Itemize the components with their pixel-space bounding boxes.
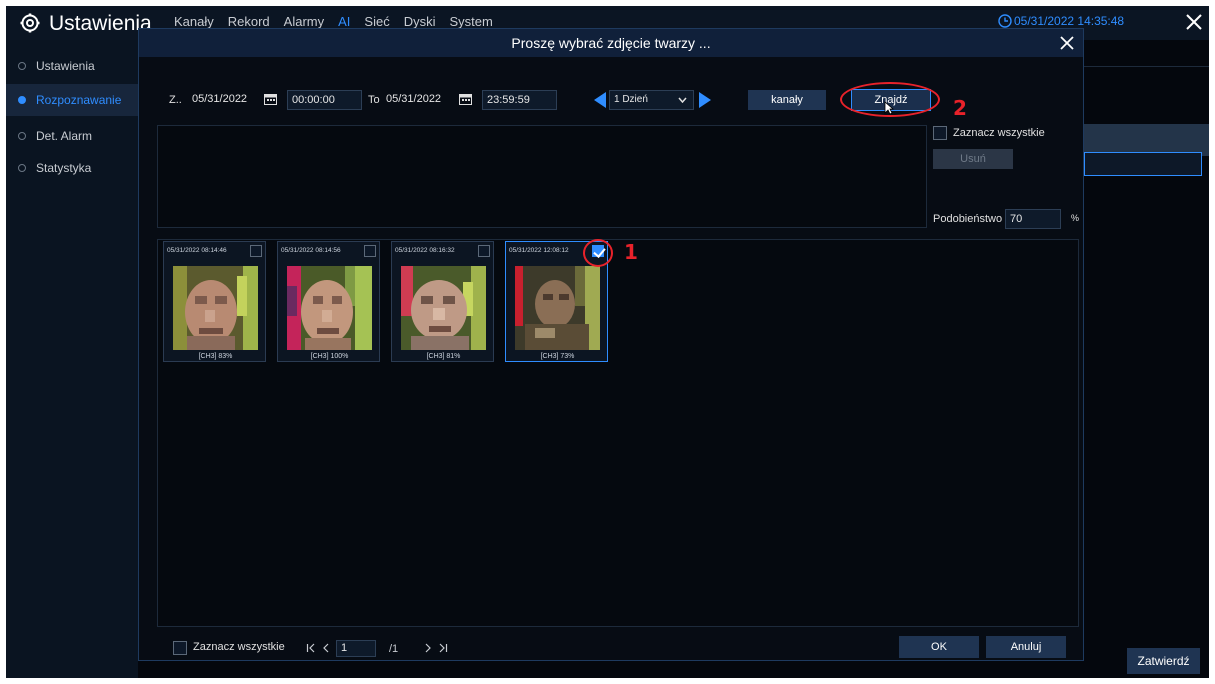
to-date-field[interactable]: 05/31/2022 [382, 90, 454, 110]
from-date-field[interactable]: 05/31/2022 [188, 90, 260, 110]
face-thumbnail [173, 266, 258, 350]
bullet-icon [18, 164, 26, 172]
first-page-icon[interactable] [306, 643, 316, 653]
sidebar-item-label: Rozpoznawanie [36, 93, 122, 107]
similarity-unit: % [1071, 213, 1080, 223]
prev-arrow-icon[interactable] [594, 92, 606, 108]
sidebar-item-label: Ustawienia [36, 59, 95, 73]
face-result-card[interactable]: 05/31/2022 08:16:32 [CH3] 81% [391, 241, 494, 362]
datetime-display: 05/31/2022 14:35:48 [1014, 14, 1125, 28]
prev-page-icon[interactable] [322, 643, 330, 653]
face-thumbnail [287, 266, 372, 350]
face-thumbnail [515, 266, 600, 350]
divider [1084, 66, 1209, 67]
bullet-icon [18, 96, 26, 104]
to-label: To [368, 94, 380, 106]
sidebar-item-label: Det. Alarm [36, 129, 93, 143]
range-select[interactable]: 1 Dzień [609, 90, 694, 110]
annotation-label-1: 1 [624, 240, 638, 264]
similarity-label: Podobieństwo [933, 213, 1003, 225]
result-caption: [CH3] 83% [198, 353, 233, 360]
ok-button[interactable]: OK [899, 636, 979, 658]
close-icon[interactable] [1184, 12, 1204, 32]
sidebar-item-statystyka[interactable]: Statystyka [6, 152, 138, 184]
next-page-icon[interactable] [424, 643, 432, 653]
annotation-label-2: 2 [953, 96, 967, 120]
face-thumbnail [401, 266, 486, 350]
menu-item-dyski[interactable]: Dyski [404, 14, 436, 29]
menu-item-rekord[interactable]: Rekord [228, 14, 270, 29]
sidebar-item-label: Statystyka [36, 161, 92, 175]
clock-icon [998, 14, 1012, 28]
dialog-close-icon[interactable] [1059, 35, 1075, 51]
to-time-field[interactable]: 23:59:59 [482, 90, 557, 110]
selected-face-preview [157, 125, 927, 228]
calendar-icon[interactable] [459, 93, 472, 105]
menu-item-alarmy[interactable]: Alarmy [284, 14, 324, 29]
page-total: /1 [389, 643, 399, 655]
top-menu: Kanały Rekord Alarmy AI Sieć Dyski Syste… [174, 14, 507, 29]
result-timestamp: 05/31/2022 08:14:56 [281, 247, 341, 254]
sidebar-item-det-alarm[interactable]: Det. Alarm [6, 120, 138, 152]
face-result-card[interactable]: 05/31/2022 08:14:56 [CH3] 100% [277, 241, 380, 362]
sidebar-item-ustawienia[interactable]: Ustawienia [6, 50, 138, 82]
background-field[interactable] [1084, 152, 1202, 176]
face-result-card[interactable]: 05/31/2022 08:14:46 [CH3] 83% [163, 241, 266, 362]
cancel-button[interactable]: Anuluj [986, 636, 1066, 658]
calendar-icon[interactable] [264, 93, 277, 105]
sidebar-item-rozpoznawanie[interactable]: Rozpoznawanie [6, 84, 138, 116]
next-arrow-icon[interactable] [699, 92, 711, 108]
dialog-header: Proszę wybrać zdjęcie twarzy ... [139, 29, 1083, 57]
app-title: Ustawienia [49, 12, 152, 35]
select-all-label-top: Zaznacz wszystkie [953, 127, 1045, 139]
range-value: 1 Dzień [614, 94, 648, 105]
annotation-ellipse-1 [583, 239, 613, 267]
chevron-down-icon [678, 97, 687, 103]
confirm-button[interactable]: Zatwierdź [1127, 648, 1200, 674]
annotation-ellipse-2 [840, 82, 940, 117]
result-timestamp: 05/31/2022 12:08:12 [509, 247, 569, 254]
result-checkbox[interactable] [250, 245, 262, 257]
select-all-checkbox-top[interactable] [933, 126, 947, 140]
gear-icon [20, 13, 40, 33]
bullet-icon [18, 132, 26, 140]
result-caption: [CH3] 100% [310, 353, 349, 360]
from-label: Z.. [169, 94, 182, 106]
face-select-dialog: Proszę wybrać zdjęcie twarzy ... Z.. 05/… [138, 28, 1084, 661]
result-checkbox[interactable] [478, 245, 490, 257]
select-all-checkbox-bottom[interactable] [173, 641, 187, 655]
channels-button[interactable]: kanały [748, 90, 826, 110]
last-page-icon[interactable] [438, 643, 448, 653]
menu-item-siec[interactable]: Sieć [364, 14, 389, 29]
dialog-title: Proszę wybrać zdjęcie twarzy ... [511, 35, 711, 51]
result-timestamp: 05/31/2022 08:16:32 [395, 247, 455, 254]
sidebar: Ustawienia Rozpoznawanie Det. Alarm Stat… [6, 40, 138, 678]
delete-button[interactable]: Usuń [933, 149, 1013, 169]
menu-item-ai[interactable]: AI [338, 14, 350, 29]
result-checkbox[interactable] [364, 245, 376, 257]
menu-item-system[interactable]: System [450, 14, 493, 29]
app-window: Ustawienia Kanały Rekord Alarmy AI Sieć … [6, 6, 1209, 678]
bullet-icon [18, 62, 26, 70]
menu-item-kanaly[interactable]: Kanały [174, 14, 214, 29]
select-all-label-bottom: Zaznacz wszystkie [193, 641, 285, 653]
result-caption: [CH3] 81% [426, 353, 461, 360]
from-time-field[interactable]: 00:00:00 [287, 90, 362, 110]
page-input[interactable]: 1 [336, 640, 376, 657]
result-timestamp: 05/31/2022 08:14:46 [167, 247, 227, 254]
similarity-input[interactable]: 70 [1005, 209, 1061, 229]
result-caption: [CH3] 73% [540, 353, 575, 360]
